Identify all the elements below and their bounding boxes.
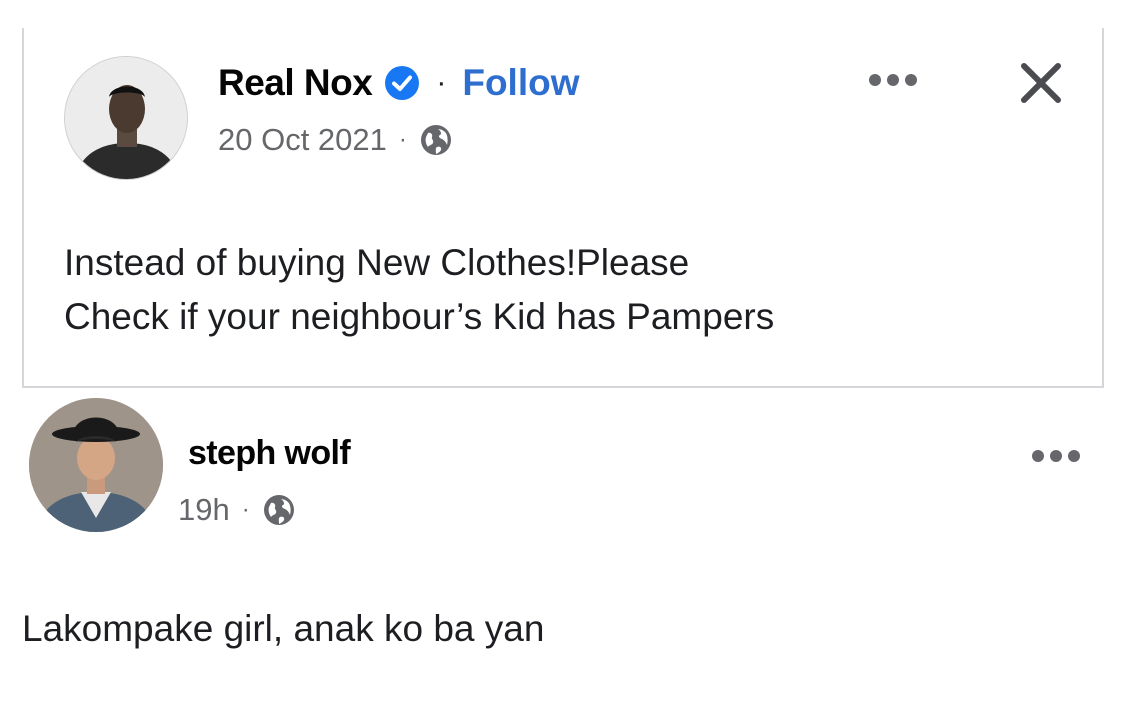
separator-dot: ·	[241, 496, 250, 523]
more-options-icon[interactable]	[1030, 446, 1082, 466]
author-avatar[interactable]	[64, 56, 188, 180]
separator-dot: ·	[436, 66, 447, 99]
post-meta: 20 Oct 2021 ·	[218, 122, 453, 158]
globe-icon[interactable]	[419, 123, 453, 157]
comment-meta: 19h ·	[178, 492, 296, 528]
comment-time[interactable]: 19h	[178, 492, 230, 528]
separator-dot: ·	[398, 126, 407, 153]
shared-post-card: Real Nox · Follow 20 Oct 2021 · Instead …	[22, 28, 1104, 388]
more-options-icon[interactable]	[867, 70, 919, 90]
author-name[interactable]: Real Nox	[218, 62, 373, 104]
post-text-line: Instead of buying New Clothes!Please	[64, 242, 690, 283]
post-body: Instead of buying New Clothes!Please Che…	[64, 236, 774, 344]
commenter-name[interactable]: steph wolf	[188, 434, 351, 473]
close-icon[interactable]	[1016, 58, 1066, 108]
author-row: Real Nox · Follow	[218, 58, 580, 108]
globe-icon[interactable]	[262, 493, 296, 527]
comment-body: Lakompake girl, anak ko ba yan	[22, 608, 545, 649]
follow-button[interactable]: Follow	[462, 62, 579, 104]
commenter-avatar[interactable]	[29, 398, 163, 532]
verified-badge-icon	[385, 66, 420, 100]
post-date[interactable]: 20 Oct 2021	[218, 122, 387, 158]
post-text-line: Check if your neighbour’s Kid has Pamper…	[64, 296, 775, 337]
